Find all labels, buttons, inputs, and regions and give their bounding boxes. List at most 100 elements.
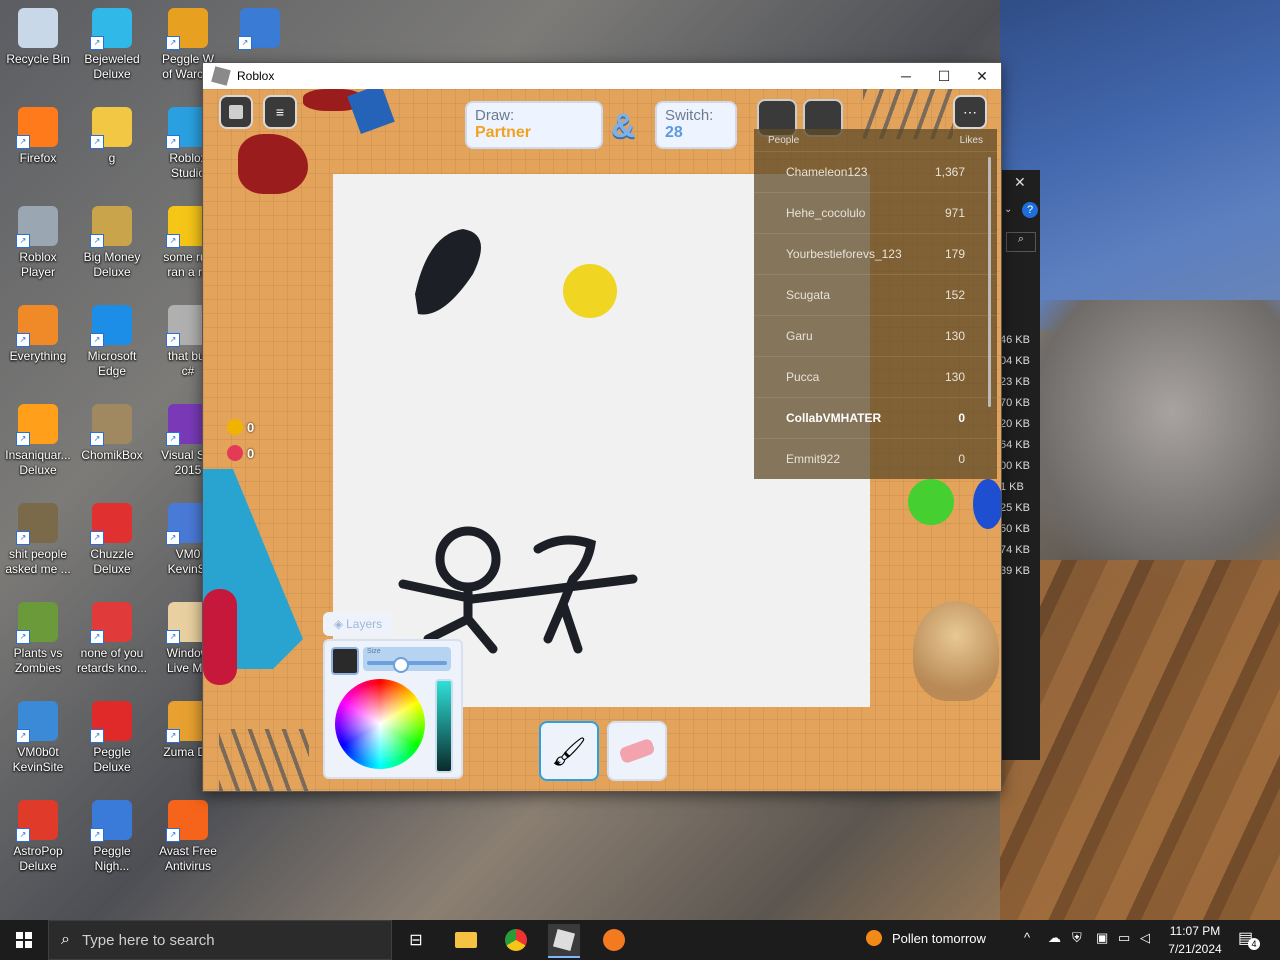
color-wheel[interactable] <box>335 679 425 769</box>
desktop-icon[interactable]: ↗ Insaniquar... Deluxe <box>0 398 76 494</box>
shortcut-arrow-icon: ↗ <box>90 234 104 248</box>
window-titlebar[interactable]: Roblox ─ ☐ ✕ <box>203 63 1001 89</box>
search-icon[interactable]: ⌕ <box>1006 232 1036 252</box>
chevron-up-icon[interactable]: ^ <box>1024 930 1030 945</box>
desktop-icon[interactable]: Recycle Bin <box>0 2 76 98</box>
people-row[interactable]: Pucca 130 <box>754 356 997 397</box>
avast-taskbar-button[interactable] <box>598 924 630 956</box>
file-size: 46 KB <box>1000 334 1030 346</box>
shortcut-arrow-icon: ↗ <box>16 135 30 149</box>
system-clock[interactable]: 11:07 PM 7/21/2024 <box>1160 922 1230 958</box>
player-name: CollabVMHATER <box>786 411 882 425</box>
device-icon[interactable]: ▣ <box>1096 930 1108 946</box>
desktop-icon[interactable]: ↗ AstroPop Deluxe <box>0 794 76 890</box>
layers-tab[interactable]: ◈ Layers <box>323 612 393 636</box>
desktop-icon[interactable]: ↗ Avast Free Antivirus <box>150 794 226 890</box>
desktop-icon[interactable]: ↗ Peggle Nigh... <box>74 794 150 890</box>
app-icon: ↗ <box>90 800 132 842</box>
brightness-slider[interactable] <box>435 679 453 773</box>
desktop-icon[interactable]: ↗ Plants vs Zombies <box>0 596 76 692</box>
eraser-tool-button[interactable] <box>607 721 667 781</box>
desktop-icon[interactable]: ↗ Roblox Player <box>0 200 76 296</box>
people-row[interactable]: CollabVMHATER 0 <box>754 397 997 438</box>
file-size: 64 KB <box>1000 439 1030 451</box>
maximize-button[interactable]: ☐ <box>925 63 963 89</box>
people-row[interactable]: Scugata 152 <box>754 274 997 315</box>
close-icon[interactable]: ✕ <box>1014 174 1026 191</box>
desktop-icon[interactable]: ↗ g <box>74 101 150 197</box>
people-row[interactable]: Emmit922 0 <box>754 438 997 479</box>
chat-icon: ≡ <box>275 104 285 120</box>
heart-count: 0 <box>247 445 255 461</box>
shortcut-arrow-icon: ↗ <box>238 36 252 50</box>
people-row[interactable]: Yourbestieforevs_123 179 <box>754 233 997 274</box>
weather-widget[interactable]: Pollen tomorrow <box>866 930 986 946</box>
desktop-icon-label: shit people asked me ... <box>5 547 71 576</box>
file-size: 20 KB <box>1000 418 1030 430</box>
desktop-icon[interactable]: ↗ Peggle Deluxe <box>74 695 150 791</box>
stroke-blob <box>415 229 481 315</box>
help-icon[interactable]: ? <box>1022 202 1038 218</box>
desktop-icon[interactable]: ↗ Firefox <box>0 101 76 197</box>
stroke-sun <box>563 264 617 318</box>
app-icon: ↗ <box>16 107 58 149</box>
app-icon: ↗ <box>90 503 132 545</box>
avast-icon <box>603 929 625 951</box>
minimize-button[interactable]: ─ <box>887 63 925 89</box>
notification-count: 4 <box>1248 938 1260 950</box>
start-button[interactable] <box>0 920 48 960</box>
volume-muted-icon[interactable]: ◁ <box>1140 930 1150 946</box>
chevron-down-icon[interactable]: ⌄ <box>1004 204 1012 215</box>
chat-button[interactable]: ≡ <box>263 95 297 129</box>
app-icon: ↗ <box>90 305 132 347</box>
roblox-icon <box>211 66 231 86</box>
people-row[interactable]: Chameleon123 1,367 <box>754 151 997 192</box>
desktop-icon[interactable]: ↗ Everything <box>0 299 76 395</box>
desktop-icon[interactable]: ↗ Chuzzle Deluxe <box>74 497 150 593</box>
people-list-scrollbar[interactable] <box>988 157 991 407</box>
app-icon: ↗ <box>90 404 132 446</box>
desktop-icon-label: Microsoft Edge <box>87 349 137 378</box>
chrome-button[interactable] <box>500 924 532 956</box>
shortcut-arrow-icon: ↗ <box>166 234 180 248</box>
roblox-taskbar-button[interactable] <box>548 924 580 958</box>
stroke-figures <box>398 526 638 654</box>
desktop-icon-label: g <box>108 151 116 165</box>
switch-value: 28 <box>665 124 683 141</box>
app-icon: ↗ <box>16 503 58 545</box>
task-view-button[interactable]: ⊟ <box>400 924 432 956</box>
taskbar-search-box[interactable]: ⌕ Type here to search <box>48 920 392 960</box>
background-app-panel: ✕ ⌄ ? ⌕ 46 KB 04 KB 23 KB 70 KB 20 KB 64 KB 00… <box>1000 170 1040 760</box>
size-slider-handle[interactable] <box>393 657 409 673</box>
file-explorer-button[interactable] <box>450 924 482 956</box>
brush-size-slider[interactable]: Size <box>363 647 451 673</box>
switch-timer-panel: Switch: 28 <box>655 101 737 149</box>
desktop-icon[interactable]: ↗ Microsoft Edge <box>74 299 150 395</box>
ampersand-icon: & <box>611 107 636 145</box>
ellipsis-icon: ⋯ <box>963 103 977 120</box>
close-button[interactable]: ✕ <box>963 63 1001 89</box>
desktop-icon[interactable]: ↗ Big Money Deluxe <box>74 200 150 296</box>
app-icon: ↗ <box>166 800 208 842</box>
player-likes: 179 <box>944 247 965 261</box>
network-icon[interactable]: ▭ <box>1118 930 1130 946</box>
task-view-icon: ⊟ <box>409 932 423 949</box>
taskbar: ⌕ Type here to search ⊟ Pollen tomorrow … <box>0 920 1280 960</box>
desktop-icon[interactable]: ↗ Bejeweled Deluxe <box>74 2 150 98</box>
desktop-icon[interactable]: ↗ shit people asked me ... <box>0 497 76 593</box>
desktop-icon[interactable]: ↗ VM0b0t KevinSite <box>0 695 76 791</box>
current-color-swatch[interactable] <box>331 647 359 675</box>
desktop-icon-label: Chuzzle Deluxe <box>90 547 134 576</box>
paint-splat <box>203 589 237 685</box>
people-row[interactable]: Hehe_cocolulo 971 <box>754 192 997 233</box>
notification-button[interactable]: ▤ 4 <box>1238 928 1260 950</box>
more-options-button[interactable]: ⋯ <box>953 95 987 129</box>
shortcut-arrow-icon: ↗ <box>90 630 104 644</box>
desktop-icon[interactable]: ↗ ChomikBox <box>74 398 150 494</box>
people-row[interactable]: Garu 130 <box>754 315 997 356</box>
brush-tool-button[interactable]: 🖌 <box>539 721 599 781</box>
security-icon[interactable]: ⛨ <box>1072 930 1082 946</box>
roblox-menu-button[interactable] <box>219 95 253 129</box>
desktop-icon[interactable]: ↗ none of you retards kno... <box>74 596 150 692</box>
network-off-icon[interactable]: ☁ <box>1048 930 1061 946</box>
